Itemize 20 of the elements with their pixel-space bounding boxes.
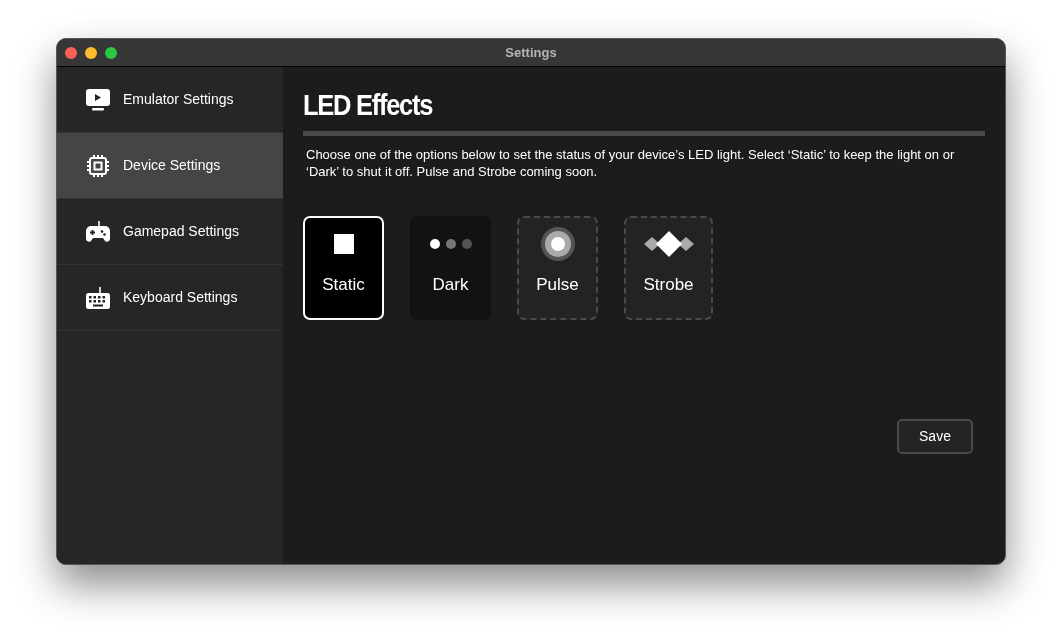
save-button[interactable]: Save: [897, 419, 973, 454]
minimize-button[interactable]: [85, 46, 97, 59]
square-icon: [333, 233, 354, 254]
dots-icon: [428, 237, 473, 250]
gamepad-icon: [85, 218, 111, 245]
close-button[interactable]: [65, 46, 77, 59]
sidebar-item[interactable]: Keyboard Settings: [57, 265, 283, 331]
description-text: Choose one of the options below to set the status of your device’s LED light. Select ‘Static’ to keep the light on or ‘Dark’ to shut it off. Pulse and Strobe coming soon.: [305, 146, 956, 180]
effect-option[interactable]: Static: [303, 216, 384, 320]
sidebar-item[interactable]: Gamepad Settings: [57, 199, 283, 265]
page-title: LED Effects: [303, 87, 433, 123]
window-title: Settings: [505, 43, 557, 62]
ring-icon: [539, 225, 576, 262]
chip-icon: [85, 152, 111, 179]
zoom-button[interactable]: [105, 46, 117, 59]
keyboard-icon: [85, 284, 111, 311]
sidebar-item[interactable]: Device Settings: [57, 133, 283, 199]
effect-option[interactable]: Dark: [410, 216, 491, 320]
video-screen-icon: [85, 86, 111, 113]
diamonds-icon: [643, 229, 694, 258]
